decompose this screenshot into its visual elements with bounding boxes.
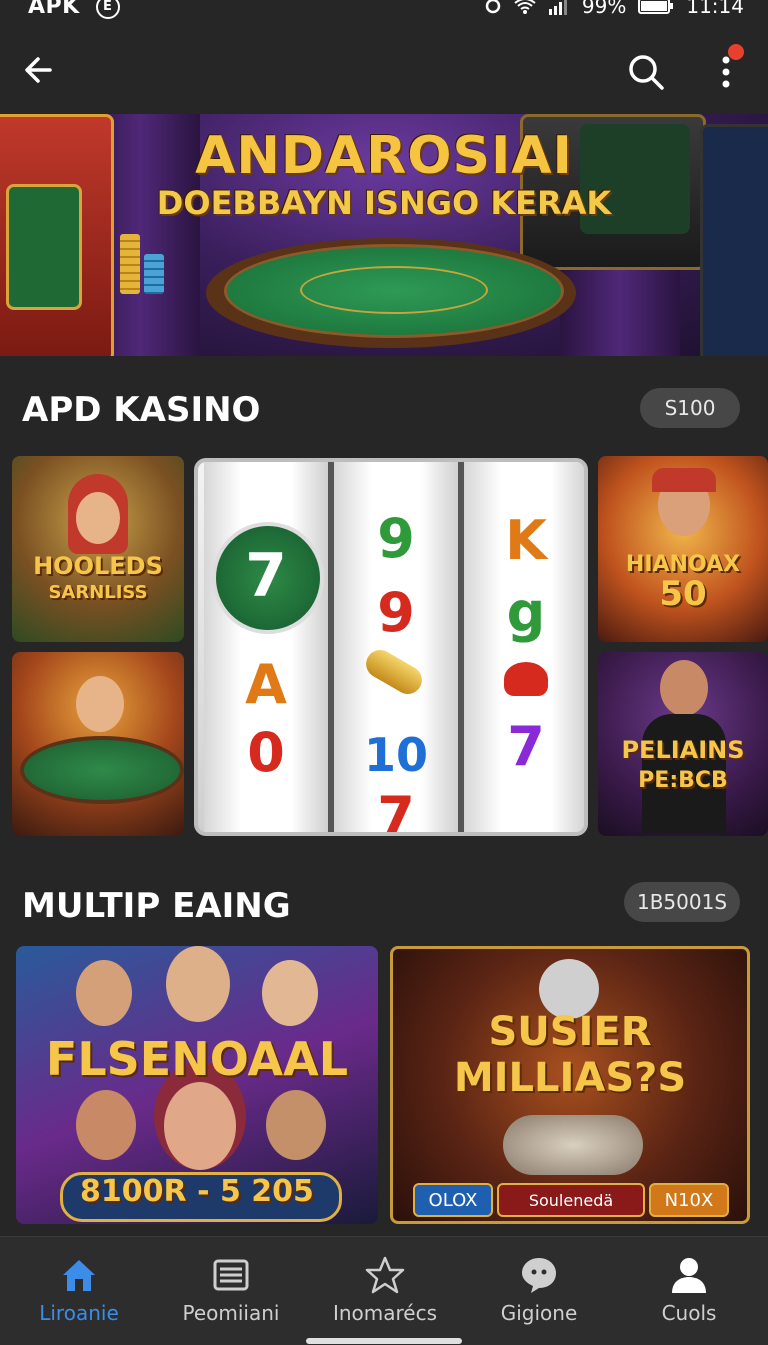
banner-subtitle: DOEBBAYN ISNGO KERAK [156, 184, 612, 222]
profile-icon [672, 1258, 706, 1293]
game-tile[interactable]: HIANOAX 50 [598, 456, 768, 642]
app-label: APK [28, 0, 80, 19]
reel-symbol: g [506, 581, 546, 644]
nav-label: Inomarécs [332, 1301, 438, 1325]
battery-icon [638, 0, 674, 14]
badge-icon: E [95, 0, 120, 19]
bell-symbol-icon [361, 644, 427, 700]
star-icon [365, 1256, 405, 1294]
hero-banner[interactable]: ANDAROSIAI DOEBBAYN ISNGO KERAK [0, 114, 768, 356]
nav-item-chat[interactable]: Gigione [462, 1237, 616, 1337]
character-face-image [76, 492, 120, 544]
card-title-line1: SUSIER [488, 1009, 652, 1055]
reel-symbol: K [505, 509, 547, 572]
nav-label: Liroanie [39, 1301, 119, 1325]
reel-symbol: 9 [377, 581, 415, 644]
cherry-symbol-icon [504, 662, 548, 696]
app-bar [0, 38, 768, 108]
game-card[interactable]: SUSIER MILLIAS?S OLOX Soulenedä N10X [390, 946, 750, 1224]
chips-image [144, 254, 164, 294]
arrow-left-icon[interactable] [20, 50, 60, 90]
game-tile[interactable]: PELIAINS PE:BCB [598, 652, 768, 836]
home-icon [63, 1260, 95, 1291]
character-image [660, 660, 708, 716]
list-icon [213, 1259, 249, 1291]
nav-item-list[interactable]: Peomiiani [154, 1237, 308, 1337]
nav-label: Gigione [500, 1301, 578, 1325]
nav-item-star[interactable]: Inomarécs [308, 1237, 462, 1337]
nav-label: Peomiiani [182, 1301, 280, 1325]
banner-title: ANDAROSIAI [195, 126, 573, 186]
nav-label: Cuols [661, 1301, 717, 1325]
nav-item-home[interactable]: Liroanie [2, 1237, 156, 1337]
reel-symbol: 9 [377, 507, 415, 570]
roulette-image [20, 736, 184, 804]
bandana-image [652, 468, 716, 492]
section-pill-multi[interactable]: 1B5001S [624, 882, 740, 922]
game-tile[interactable]: HOOLEDS SARNLISS [12, 456, 184, 642]
reel: 7 A 0 [204, 462, 328, 832]
reel-symbol: 0 [247, 721, 285, 784]
reel-symbol: 7 [377, 785, 415, 836]
character-image [164, 1082, 236, 1170]
card-subtitle: 8100R - 5 205 [80, 1174, 314, 1209]
character-image [76, 676, 124, 732]
status-left: APK E [28, 0, 120, 19]
nav-item-profile[interactable]: Cuols [612, 1237, 766, 1337]
battery-percent: 99% [581, 0, 627, 18]
tile-number: 50 [659, 574, 707, 614]
notification-dot [728, 44, 744, 60]
card-title-line2: MILLIAS?S [453, 1055, 687, 1101]
reel-symbol: A [245, 653, 287, 716]
reel-symbol: 7 [507, 715, 545, 778]
character-image [76, 1090, 136, 1160]
character-image [76, 960, 132, 1026]
section-pill-casino[interactable]: S100 [640, 388, 740, 428]
character-image [266, 1090, 326, 1160]
character-image [166, 946, 230, 1022]
game-tile[interactable] [12, 652, 184, 836]
clock: 11:14 [686, 0, 744, 18]
slot-machine[interactable]: 7 A 0 9 9 10 7 K g 7 [194, 458, 588, 836]
section-title-casino: APD KASINO [22, 390, 261, 430]
chat-icon [522, 1258, 556, 1293]
reel-symbol: 10 [363, 728, 428, 782]
bet-right-button[interactable]: N10X [649, 1183, 729, 1217]
section-title-multi: MULTIP EAING [22, 886, 291, 926]
bet-center-button[interactable]: Soulenedä [497, 1183, 645, 1217]
wifi-icon [514, 0, 536, 14]
tile-subtitle: PE:BCB [638, 768, 728, 793]
reel: 9 9 10 7 [334, 462, 458, 832]
game-card[interactable]: FLSENOAAL 8100R - 5 205 [16, 946, 378, 1224]
tile-title: HOOLEDS [33, 552, 163, 580]
status-bar: APK E 99% 11:14 [0, 0, 768, 19]
sync-icon [485, 0, 501, 14]
skulls-image [503, 1115, 643, 1175]
reel-symbol: 7 [245, 541, 287, 611]
chips-image [120, 234, 140, 294]
character-image [262, 960, 318, 1026]
table-ring-image [300, 266, 488, 314]
reel: K g 7 [464, 462, 584, 832]
search-icon[interactable] [624, 50, 668, 94]
card-title: FLSENOAAL [45, 1032, 349, 1086]
bottom-nav: Liroanie Peomiiani Inomarécs Gigione Cuo… [0, 1236, 768, 1345]
signal-icon [548, 0, 567, 15]
tile-subtitle: SARNLISS [48, 582, 148, 603]
home-indicator[interactable] [306, 1338, 462, 1344]
tile-title: PELIAINS [621, 736, 745, 764]
bet-left-button[interactable]: OLOX [413, 1183, 493, 1217]
status-right: 99% 11:14 [484, 0, 744, 18]
